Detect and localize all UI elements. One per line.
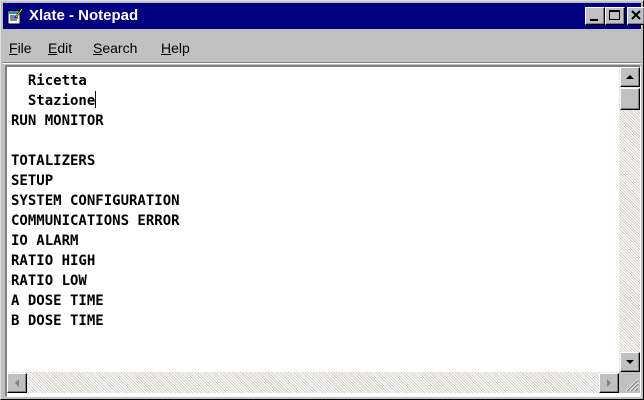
text-line: TOTALIZERS: [11, 153, 96, 169]
minimize-button[interactable]: [585, 7, 605, 25]
text-line: RATIO HIGH: [11, 253, 96, 269]
arrow-right-icon: [607, 379, 611, 387]
minimize-icon: [590, 19, 598, 21]
horizontal-scrollbar[interactable]: [7, 372, 619, 393]
vertical-scrollbar[interactable]: [619, 67, 640, 372]
maximize-icon: [609, 10, 620, 20]
close-icon: [631, 10, 641, 20]
text-caret: [95, 91, 97, 108]
window-title: Xlate - Notepad: [29, 7, 139, 24]
close-button[interactable]: [627, 7, 644, 25]
notepad-window: Xlate - Notepad File Edit Search Help Ri…: [0, 0, 644, 400]
text-line: Ricetta: [11, 73, 87, 89]
text-line: RATIO LOW: [11, 273, 87, 289]
maximize-button[interactable]: [605, 7, 625, 25]
editor-frame: Ricetta Stazione RUN MONITOR TOTALIZERS …: [5, 65, 641, 397]
title-bar[interactable]: Xlate - Notepad: [3, 3, 644, 29]
menu-help[interactable]: Help: [161, 39, 190, 57]
text-line: Stazione: [11, 91, 97, 109]
text-editor[interactable]: Ricetta Stazione RUN MONITOR TOTALIZERS …: [7, 67, 618, 371]
text-line: B DOSE TIME: [11, 313, 104, 329]
scroll-up-button[interactable]: [620, 67, 640, 87]
text-line: SETUP: [11, 173, 54, 189]
text-line: RUN MONITOR: [11, 113, 104, 129]
arrow-left-icon: [15, 379, 19, 387]
menu-edit[interactable]: Edit: [48, 39, 72, 57]
scroll-down-button[interactable]: [620, 352, 640, 372]
menu-file[interactable]: File: [9, 39, 32, 57]
text-line: A DOSE TIME: [11, 293, 104, 309]
arrow-up-icon: [626, 75, 634, 79]
text-line: SYSTEM CONFIGURATION: [11, 193, 180, 209]
menu-bar: File Edit Search Help: [3, 31, 641, 64]
text-line: IO ALARM: [11, 233, 79, 249]
menu-search[interactable]: Search: [93, 39, 137, 57]
vertical-scroll-thumb[interactable]: [620, 88, 640, 110]
scroll-left-button[interactable]: [7, 373, 27, 393]
notepad-icon[interactable]: [6, 7, 24, 25]
resize-grip-icon: [625, 378, 639, 392]
scroll-right-button[interactable]: [599, 373, 619, 393]
arrow-down-icon: [626, 360, 634, 364]
resize-grip[interactable]: [619, 372, 640, 393]
text-line: COMMUNICATIONS ERROR: [11, 213, 180, 229]
menu-divider: [3, 62, 641, 64]
